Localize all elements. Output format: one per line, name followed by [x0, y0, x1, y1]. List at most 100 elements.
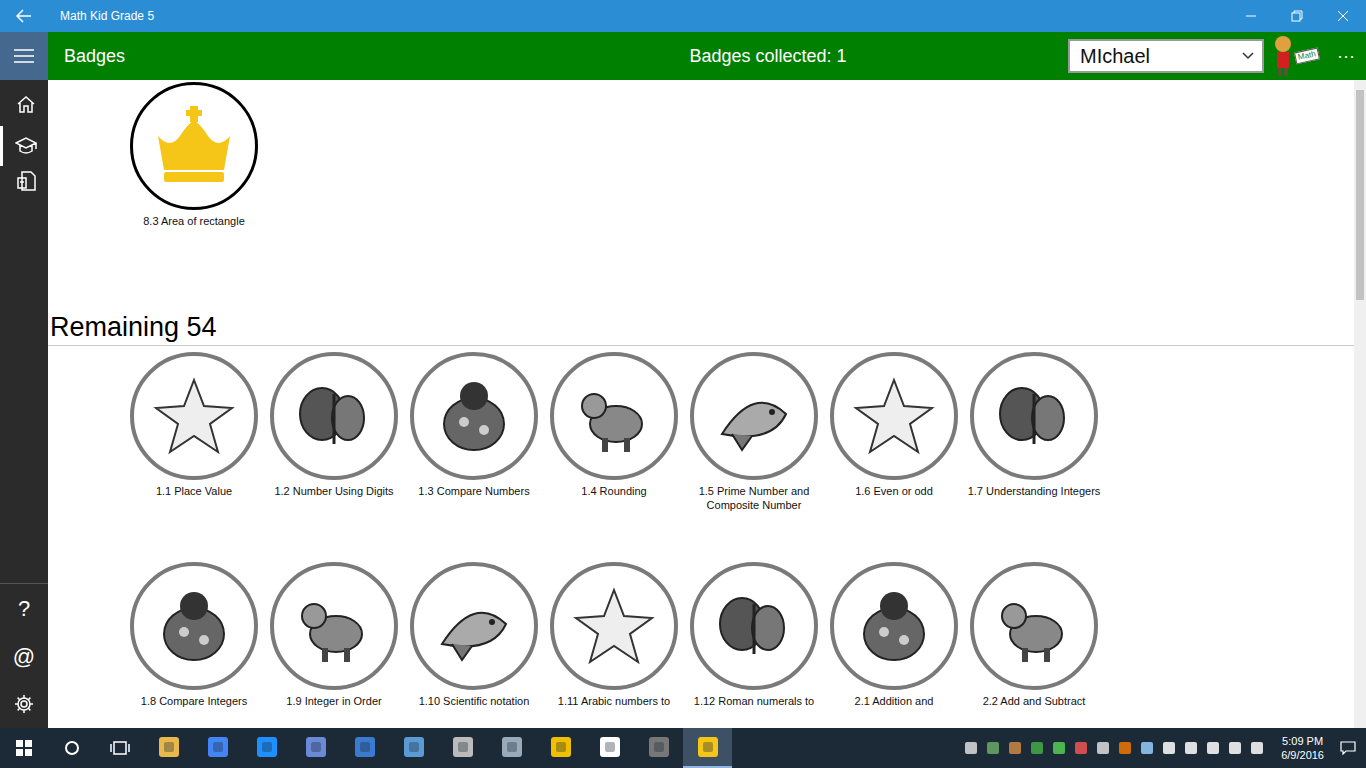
mascot-sign: Math [1294, 48, 1320, 65]
clock-date: 6/9/2016 [1281, 748, 1324, 762]
back-button[interactable] [0, 0, 48, 32]
menu-button[interactable] [0, 32, 48, 80]
badge-label: 8.3 Area of rectangle [126, 214, 262, 228]
close-button[interactable] [1320, 0, 1366, 32]
taskbar-app[interactable] [585, 728, 634, 768]
action-center-button[interactable] [1330, 728, 1366, 768]
nav-item[interactable] [0, 126, 48, 166]
close-icon [1337, 10, 1349, 22]
badge-remaining[interactable]: 1.5 Prime Number and Composite Number [684, 352, 824, 562]
badge-animal-icon [152, 584, 236, 668]
tray-icon[interactable] [1139, 740, 1155, 756]
tray-icon[interactable] [1161, 740, 1177, 756]
badge-remaining[interactable]: 1.7 Understanding Integers [964, 352, 1104, 562]
nav-item[interactable] [0, 166, 48, 196]
restore-icon [1291, 10, 1303, 22]
taskbar-app[interactable] [438, 728, 487, 768]
badge-label: 1.4 Rounding [546, 484, 682, 498]
taskbar-app[interactable] [193, 728, 242, 768]
badge-remaining[interactable]: 2.1 Addition and [824, 562, 964, 728]
app-icon [207, 736, 229, 758]
task-view-button[interactable] [96, 728, 144, 768]
badge-label: 1.9 Integer in Order [266, 694, 402, 708]
taskbar-app[interactable] [340, 728, 389, 768]
badge-remaining[interactable]: 2.2 Add and Subtract [964, 562, 1104, 728]
scrollbar[interactable] [1354, 80, 1366, 728]
tray-icon[interactable] [1117, 740, 1133, 756]
taskbar-app[interactable] [242, 728, 291, 768]
badge-animal-icon [152, 374, 236, 458]
taskbar-app[interactable] [487, 728, 536, 768]
tray-icon[interactable] [1183, 740, 1199, 756]
tray-icon[interactable] [1227, 740, 1243, 756]
tray-icon[interactable] [1029, 740, 1045, 756]
window-title: Math Kid Grade 5 [60, 7, 154, 25]
nav-bottom-item[interactable]: @ [0, 632, 48, 680]
taskbar-app[interactable] [634, 728, 683, 768]
app-icon [158, 736, 180, 758]
badge-remaining[interactable]: 1.3 Compare Numbers [404, 352, 544, 562]
hamburger-icon [14, 48, 34, 64]
badge-label: 1.7 Understanding Integers [966, 484, 1102, 498]
tray-icon[interactable] [1051, 740, 1067, 756]
badge-remaining[interactable]: 1.12 Roman numerals to [684, 562, 824, 728]
badge-label: 1.8 Compare Integers [126, 694, 262, 708]
badge-animal-icon [432, 374, 516, 458]
taskbar-app[interactable] [144, 728, 193, 768]
badge-remaining[interactable]: 1.1 Place Value [124, 352, 264, 562]
taskbar-app[interactable] [536, 728, 585, 768]
badge-remaining[interactable]: 1.4 Rounding [544, 352, 684, 562]
minimize-icon [1245, 10, 1257, 22]
badge-animal-icon [292, 374, 376, 458]
app-icon [550, 736, 572, 758]
tray-icon[interactable] [1007, 740, 1023, 756]
badge-remaining[interactable]: 1.9 Integer in Order [264, 562, 404, 728]
taskbar-app[interactable] [683, 728, 732, 768]
system-tray [963, 740, 1265, 756]
page-title: Badges [48, 43, 468, 70]
badge-animal-icon [432, 584, 516, 668]
badge-remaining[interactable]: 1.2 Number Using Digits [264, 352, 404, 562]
tray-icon[interactable] [1205, 740, 1221, 756]
nav-pane: ?@ [0, 32, 48, 728]
badge-label: 2.1 Addition and [826, 694, 962, 708]
app-icon [501, 736, 523, 758]
app-icon [305, 736, 327, 758]
badge-label: 1.3 Compare Numbers [406, 484, 542, 498]
report-icon [16, 170, 36, 192]
minimize-button[interactable] [1228, 0, 1274, 32]
start-button[interactable] [0, 728, 48, 768]
badge-animal-icon [992, 374, 1076, 458]
badge-animal-icon [992, 584, 1076, 668]
clock[interactable]: 5:09 PM6/9/2016 [1275, 734, 1330, 762]
scrollbar-thumb[interactable] [1356, 90, 1364, 300]
user-dropdown[interactable]: MIchael [1068, 39, 1264, 73]
home-icon [16, 94, 36, 114]
clock-time: 5:09 PM [1282, 734, 1323, 748]
restore-button[interactable] [1274, 0, 1320, 32]
tray-icon[interactable] [985, 740, 1001, 756]
tray-icon[interactable] [1095, 740, 1111, 756]
badge-remaining[interactable]: 1.6 Even or odd [824, 352, 964, 562]
nav-item[interactable] [0, 82, 48, 126]
tray-icon[interactable] [1073, 740, 1089, 756]
tray-icon[interactable] [1249, 740, 1265, 756]
tray-icon[interactable] [963, 740, 979, 756]
back-arrow-icon [16, 9, 32, 23]
more-button[interactable]: ··· [1326, 43, 1366, 70]
taskbar-app[interactable] [291, 728, 340, 768]
settings-button[interactable] [0, 680, 48, 728]
badge-collected[interactable]: 8.3 Area of rectangle [124, 82, 264, 310]
badge-remaining[interactable]: 1.10 Scientific notation [404, 562, 544, 728]
crown-icon [150, 106, 238, 186]
windows-logo-icon [16, 740, 32, 756]
app-icon [403, 736, 425, 758]
badge-animal-icon [712, 374, 796, 458]
badge-remaining[interactable]: 1.11 Arabic numbers to [544, 562, 684, 728]
badge-animal-icon [852, 374, 936, 458]
nav-bottom-item[interactable]: ? [0, 584, 48, 632]
taskbar-app[interactable] [389, 728, 438, 768]
taskbar: 5:09 PM6/9/2016 [0, 728, 1366, 768]
badge-remaining[interactable]: 1.8 Compare Integers [124, 562, 264, 728]
cortana-button[interactable] [48, 728, 96, 768]
